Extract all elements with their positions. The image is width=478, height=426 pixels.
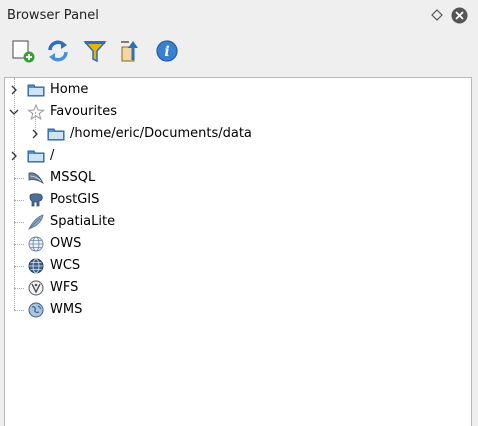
tree-item-label: / — [50, 148, 55, 163]
tree-item-home[interactable]: Home — [5, 79, 465, 101]
folder-icon — [27, 84, 45, 97]
tree-item-label: WFS — [50, 280, 79, 295]
globe-icon — [28, 236, 44, 252]
star-icon — [27, 104, 45, 120]
folder-icon — [47, 128, 65, 141]
chevron-right-icon[interactable] — [29, 128, 41, 140]
tree-item-spatialite[interactable]: SpatiaLite — [5, 211, 465, 233]
svg-text:i: i — [164, 44, 169, 60]
tree-item-label: OWS — [50, 236, 82, 251]
filter-icon[interactable] — [82, 38, 108, 64]
add-layer-icon[interactable] — [10, 38, 36, 64]
tree-item-mssql[interactable]: MSSQL — [5, 167, 465, 189]
tree-item-wfs[interactable]: WFS — [5, 277, 465, 299]
chevron-right-icon[interactable] — [8, 150, 20, 162]
wcs-globe-icon — [28, 258, 44, 274]
panel-titlebar: Browser Panel — [0, 0, 478, 30]
tree-item-label: /home/eric/Documents/data — [70, 126, 252, 141]
browser-toolbar: i — [0, 34, 478, 68]
tree-item-label: SpatiaLite — [50, 214, 116, 229]
float-panel-icon[interactable] — [430, 8, 444, 22]
tree-item-label: PostGIS — [50, 192, 100, 207]
tree-item-favourite-folder[interactable]: /home/eric/Documents/data — [5, 123, 465, 145]
tree-item-ows[interactable]: OWS — [5, 233, 465, 255]
chevron-right-icon[interactable] — [8, 84, 20, 96]
tree-item-postgis[interactable]: PostGIS — [5, 189, 465, 211]
panel-title: Browser Panel — [7, 8, 99, 23]
folder-icon — [27, 150, 45, 163]
tree-item-label: Favourites — [50, 104, 117, 119]
tree-item-label: WCS — [50, 258, 81, 273]
close-panel-icon[interactable] — [451, 7, 468, 24]
tree-item-wcs[interactable]: WCS — [5, 255, 465, 277]
collapse-all-icon[interactable] — [118, 38, 144, 64]
tree-item-label: Home — [50, 82, 89, 97]
tree-item-root[interactable]: / — [5, 145, 465, 167]
browser-tree[interactable]: Home Favourites /home/eric/Documents/dat… — [4, 77, 472, 426]
chevron-down-icon[interactable] — [8, 106, 20, 118]
wfs-globe-icon — [28, 280, 44, 296]
wms-globe-icon — [28, 302, 44, 318]
tree-item-wms[interactable]: WMS — [5, 299, 465, 321]
tree-item-label: MSSQL — [50, 170, 96, 185]
tree-item-favourites[interactable]: Favourites — [5, 101, 465, 123]
tree-item-label: WMS — [50, 302, 83, 317]
mssql-icon — [28, 172, 44, 185]
properties-icon[interactable]: i — [154, 38, 180, 64]
postgis-elephant-icon — [29, 193, 43, 207]
spatialite-feather-icon — [28, 214, 44, 230]
refresh-icon[interactable] — [45, 38, 71, 64]
